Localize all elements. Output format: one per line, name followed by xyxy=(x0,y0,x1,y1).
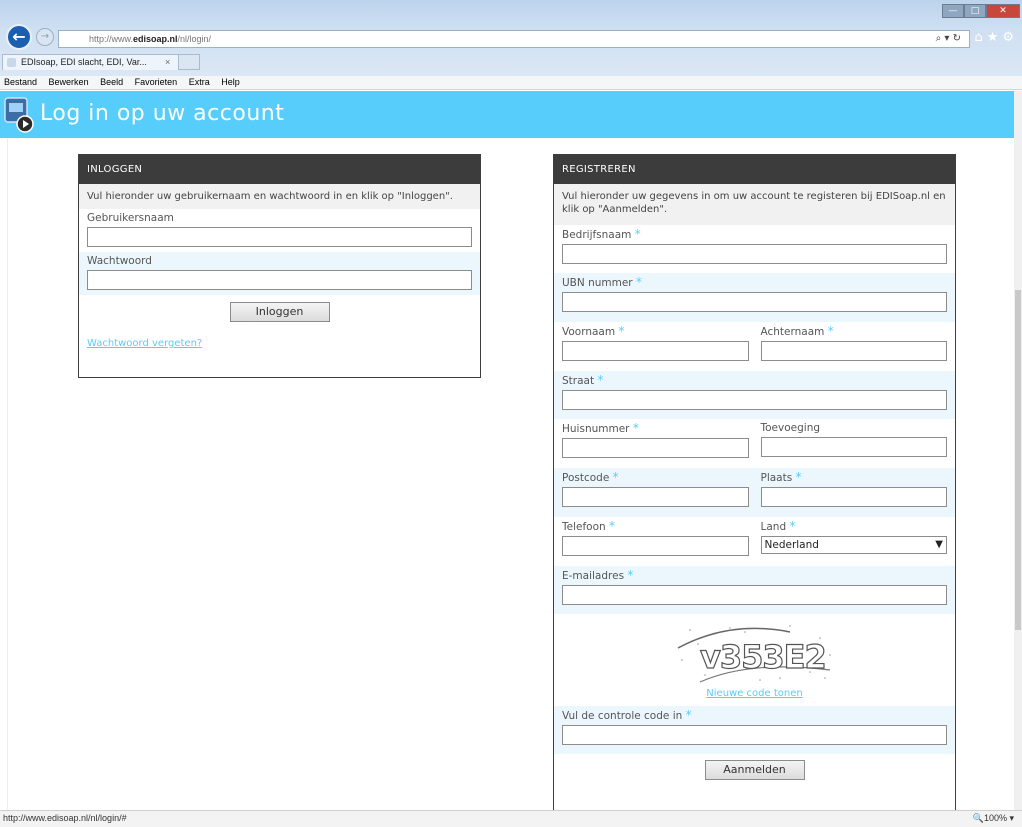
page-title: Log in op uw account xyxy=(40,101,285,126)
register-button[interactable]: Aanmelden xyxy=(704,760,805,780)
ubn-input[interactable] xyxy=(562,292,947,312)
addition-input[interactable] xyxy=(760,437,947,457)
city-input[interactable] xyxy=(760,487,947,507)
country-label: Land * xyxy=(760,519,796,534)
company-row: Bedrijfsnaam * xyxy=(554,225,955,273)
phone-row: Telefoon * Land * Nederland ▼ xyxy=(554,517,955,566)
window-controls: — □ ✕ xyxy=(942,4,1020,18)
forward-button[interactable]: → xyxy=(36,28,54,46)
control-code-label: Vul de controle code in * xyxy=(562,708,692,723)
chevron-down-icon: ▼ xyxy=(935,539,943,550)
favicon-icon xyxy=(7,58,16,67)
firstname-label: Voornaam * xyxy=(562,324,625,339)
street-input[interactable] xyxy=(562,390,947,410)
captcha-section: v353E2 Nieuwe code tonen xyxy=(554,614,955,706)
country-select[interactable]: Nederland ▼ xyxy=(760,536,947,554)
control-code-input[interactable] xyxy=(562,725,947,745)
address-url[interactable]: http://www.edisoap.nl/nl/login/ xyxy=(89,34,211,44)
menu-favorieten[interactable]: Favorieten xyxy=(135,77,178,87)
lastname-label: Achternaam * xyxy=(760,324,834,339)
street-row: Straat * xyxy=(554,371,955,419)
ubn-row: UBN nummer * xyxy=(554,273,955,322)
name-row: Voornaam * Achternaam * xyxy=(554,322,955,371)
phone-label: Telefoon * xyxy=(562,519,616,534)
housenumber-label: Huisnummer * xyxy=(562,421,639,436)
password-label: Wachtwoord xyxy=(87,255,152,267)
forgot-password-link[interactable]: Wachtwoord vergeten? xyxy=(87,338,202,349)
company-label: Bedrijfsnaam * xyxy=(562,227,641,242)
city-label: Plaats * xyxy=(760,470,802,485)
postcode-input[interactable] xyxy=(562,487,749,507)
browser-chrome: — □ ✕ ← → http://www.edisoap.nl/nl/login… xyxy=(0,0,1022,76)
register-intro: Vul hieronder uw gegevens in om uw accou… xyxy=(554,184,955,225)
new-tab-button[interactable] xyxy=(178,54,200,70)
tab-title: EDIsoap, EDI slacht, EDI, Var... xyxy=(21,57,147,67)
forgot-row: Wachtwoord vergeten? xyxy=(79,322,480,349)
ubn-label: UBN nummer * xyxy=(562,275,642,290)
page-header: Log in op uw account xyxy=(0,91,1014,138)
postcode-label: Postcode * xyxy=(562,470,619,485)
email-input[interactable] xyxy=(562,585,947,605)
status-url: http://www.edisoap.nl/nl/login/# xyxy=(3,813,127,823)
register-heading: REGISTREREN xyxy=(554,155,955,184)
app-icon[interactable] xyxy=(3,94,37,134)
housenumber-input[interactable] xyxy=(562,438,749,458)
email-row: E-mailadres * xyxy=(554,566,955,614)
left-edge xyxy=(0,138,8,810)
scrollbar-thumb[interactable] xyxy=(1015,290,1021,630)
back-button[interactable]: ← xyxy=(6,24,32,50)
username-row: Gebruikersnaam xyxy=(79,209,480,252)
register-panel: REGISTREREN Vul hieronder uw gegevens in… xyxy=(553,154,956,814)
firstname-input[interactable] xyxy=(562,341,749,361)
status-bar: http://www.edisoap.nl/nl/login/# 🔍100% ▾ xyxy=(0,810,1022,827)
maximize-button[interactable]: □ xyxy=(964,4,986,18)
phone-input[interactable] xyxy=(562,536,749,556)
close-window-button[interactable]: ✕ xyxy=(986,4,1020,18)
email-label: E-mailadres * xyxy=(562,568,634,583)
street-label: Straat * xyxy=(562,373,604,388)
address-actions-icon[interactable]: ⌕ ▾ ↻ xyxy=(936,33,961,44)
menu-bewerken[interactable]: Bewerken xyxy=(49,77,89,87)
login-actions: Inloggen xyxy=(79,295,480,322)
company-input[interactable] xyxy=(562,244,947,264)
browser-tab[interactable]: EDIsoap, EDI slacht, EDI, Var... × xyxy=(2,54,198,70)
username-input[interactable] xyxy=(87,227,472,247)
menu-bar: Bestand Bewerken Beeld Favorieten Extra … xyxy=(0,76,1022,90)
minimize-button[interactable]: — xyxy=(942,4,964,18)
password-input[interactable] xyxy=(87,270,472,290)
zoom-level[interactable]: 🔍100% ▾ xyxy=(973,811,1014,826)
menu-beeld[interactable]: Beeld xyxy=(100,77,123,87)
country-value: Nederland xyxy=(764,539,819,551)
new-captcha-link[interactable]: Nieuwe code tonen xyxy=(706,688,802,699)
postcode-row: Postcode * Plaats * xyxy=(554,468,955,517)
menu-help[interactable]: Help xyxy=(221,77,240,87)
username-label: Gebruikersnaam xyxy=(87,212,174,224)
password-row: Wachtwoord xyxy=(79,252,480,295)
menu-bestand[interactable]: Bestand xyxy=(4,77,37,87)
housenumber-row: Huisnummer * Toevoeging xyxy=(554,419,955,468)
lastname-input[interactable] xyxy=(760,341,947,361)
login-heading: INLOGGEN xyxy=(79,155,480,184)
register-actions: Aanmelden xyxy=(554,754,955,780)
login-button[interactable]: Inloggen xyxy=(229,302,330,322)
captcha-text: v353E2 xyxy=(700,638,826,676)
control-code-row: Vul de controle code in * xyxy=(554,706,955,754)
addition-label: Toevoeging xyxy=(760,422,821,434)
login-panel: INLOGGEN Vul hieronder uw gebruikernaam … xyxy=(78,154,481,378)
menu-extra[interactable]: Extra xyxy=(189,77,210,87)
address-bar[interactable]: http://www.edisoap.nl/nl/login/ ⌕ ▾ ↻ xyxy=(58,30,970,48)
tab-close-icon[interactable]: × xyxy=(165,55,170,70)
login-intro: Vul hieronder uw gebruikernaam en wachtw… xyxy=(79,184,480,209)
captcha-image: v353E2 xyxy=(677,625,831,683)
toolbar-icons[interactable]: ⌂★⚙ xyxy=(974,30,1018,45)
